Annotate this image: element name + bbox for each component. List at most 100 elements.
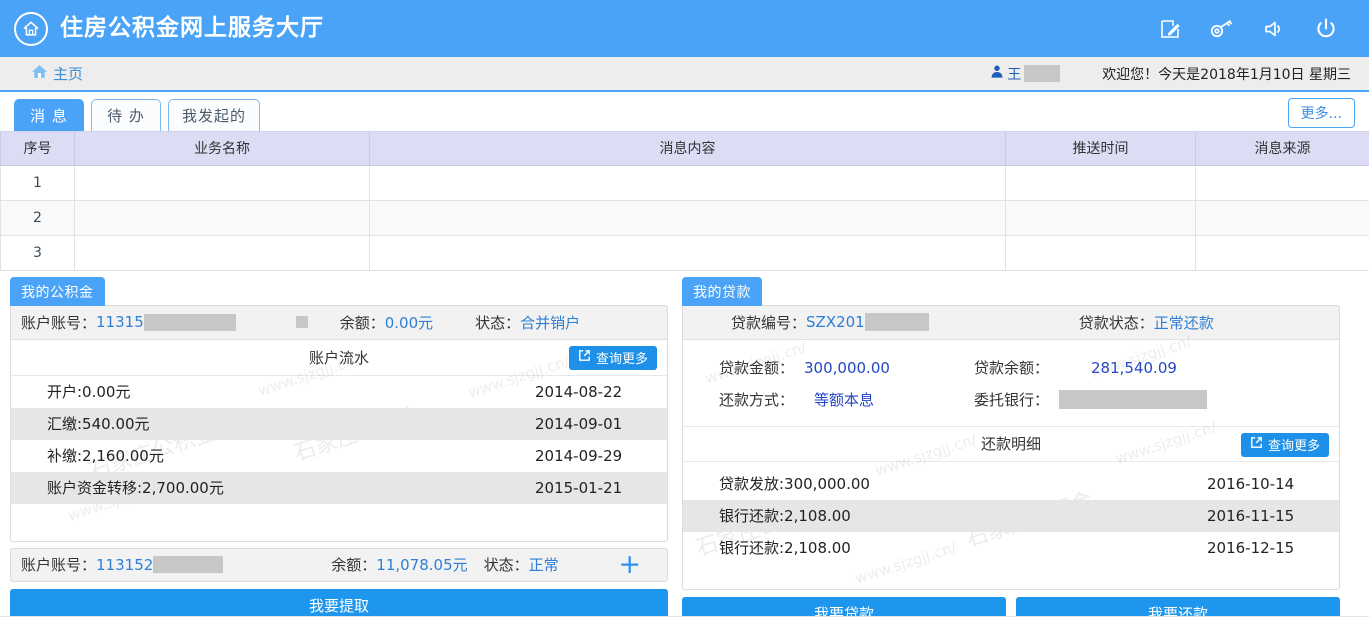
loan-detail-row: 还款方式： 等额本息 委托银行： [683, 384, 1339, 416]
loan-query-more-button[interactable]: 查询更多 [1241, 433, 1329, 457]
loan-amount: 贷款金额： 300,000.00 [719, 357, 974, 378]
account-number-label: 账户账号： [21, 312, 96, 333]
breadcrumb-bar: 主页 王 欢迎您！今天是2018年1月10日 星期三 [0, 57, 1369, 92]
list-item[interactable]: 补缴:2,160.00元 2014-09-29 [11, 440, 667, 472]
repay-date: 2016-12-15 [1207, 539, 1317, 557]
fund-panel: www.sjzgjj.cn/ www.sjzgjj.cn/ 石家庄公积金 石家庄… [10, 305, 668, 542]
loan-number-redacted [865, 313, 929, 331]
user-chip[interactable]: 王 [990, 64, 1060, 84]
tab-messages-label: 消 息 [30, 105, 68, 126]
tab-messages[interactable]: 消 息 [14, 99, 84, 131]
table-row[interactable]: 1 [1, 165, 1369, 200]
account2-number-label: 账户账号： [21, 554, 96, 575]
loan-panel-tab[interactable]: 我的贷款 [682, 277, 762, 306]
account-extra-redacted [296, 316, 308, 328]
fund-panel-column: 我的公积金 www.sjzgjj.cn/ www.sjzgjj.cn/ 石家庄公… [10, 277, 668, 631]
power-icon[interactable] [1313, 16, 1339, 42]
entrusted-bank-label: 委托银行： [974, 389, 1049, 410]
flow-date: 2014-08-22 [535, 383, 645, 401]
repayment-detail-header: 还款明细 查询更多 [683, 426, 1339, 462]
account-flow-title: 账户流水 [309, 347, 369, 368]
flow-desc: 汇缴:540.00元 [47, 413, 535, 434]
more-button-label: 更多... [1301, 103, 1342, 123]
loan-number-label: 贷款编号： [731, 312, 806, 333]
account-number-redacted [144, 314, 236, 331]
loan-query-more-label: 查询更多 [1268, 435, 1320, 454]
cell-message-content [370, 165, 1006, 200]
sound-icon[interactable] [1261, 16, 1287, 42]
loan-amount-value: 300,000.00 [804, 359, 890, 377]
cell-push-time [1006, 165, 1196, 200]
list-item[interactable]: 开户:0.00元 2014-08-22 [11, 376, 667, 408]
table-row[interactable]: 2 [1, 200, 1369, 235]
repay-desc: 银行还款:2,108.00 [719, 537, 1207, 558]
loan-details: 贷款金额： 300,000.00 贷款余额： 281,540.09 还款方式： … [683, 340, 1339, 426]
fund-account-header: 账户账号： 11315 余额： 0.00元 状态： 合并销户 [11, 306, 667, 340]
repayment-method-value: 等额本息 [814, 389, 874, 410]
user-area: 王 欢迎您！今天是2018年1月10日 星期三 [990, 64, 1355, 84]
account-flow-list: 开户:0.00元 2014-08-22 汇缴:540.00元 2014-09-0… [11, 376, 667, 508]
flow-date: 2015-01-21 [535, 479, 645, 497]
cell-business-name [75, 235, 370, 270]
list-item[interactable]: 汇缴:540.00元 2014-09-01 [11, 408, 667, 440]
repay-desc: 银行还款:2,108.00 [719, 505, 1207, 526]
loan-balance-value: 281,540.09 [1091, 359, 1177, 377]
more-button[interactable]: 更多... [1288, 98, 1355, 128]
withdraw-button-label: 我要提取 [309, 595, 369, 616]
user-name: 王 [1007, 64, 1021, 84]
flow-desc: 开户:0.00元 [47, 381, 535, 402]
edit-note-icon[interactable] [1157, 16, 1183, 42]
entrusted-bank-redacted [1059, 390, 1207, 409]
tab-todo[interactable]: 待 办 [91, 99, 161, 131]
fund-query-more-label: 查询更多 [596, 348, 648, 367]
cell-message-source [1196, 165, 1369, 200]
account2-number-value: 113152 [96, 556, 153, 574]
fund-account-secondary[interactable]: 账户账号： 113152 余额： 11,078.05元 状态： 正常 + [10, 548, 668, 582]
list-item[interactable]: 银行还款:2,108.00 2016-11-15 [683, 500, 1339, 532]
account2-number-redacted [153, 556, 223, 573]
loan-balance: 贷款余额： 281,540.09 [974, 357, 1177, 378]
list-item[interactable]: 银行还款:2,108.00 2016-12-15 [683, 532, 1339, 564]
account2-status-value: 正常 [529, 554, 559, 575]
header-icon-group [1157, 16, 1351, 42]
loan-panel: www.sjzgjj.cn/ www.sjzgjj.cn/ www.sjzgjj… [682, 305, 1340, 590]
entrusted-bank: 委托银行： [974, 389, 1207, 410]
fund-panel-tab[interactable]: 我的公积金 [10, 277, 105, 306]
house-in-circle-icon [14, 12, 48, 46]
cell-message-content [370, 200, 1006, 235]
table-row[interactable]: 3 [1, 235, 1369, 270]
loan-balance-label: 贷款余额： [974, 357, 1049, 378]
account2-balance-label: 余额： [331, 554, 376, 575]
tab-todo-label: 待 办 [107, 105, 145, 126]
account2-balance-value: 11,078.05元 [376, 554, 467, 575]
status-value: 合并销户 [520, 312, 580, 333]
footer-text [683, 616, 687, 623]
column-header-message-content: 消息内容 [370, 132, 1006, 165]
table-header-row: 序号 业务名称 消息内容 推送时间 消息来源 [1, 132, 1369, 165]
account-number-value: 11315 [96, 313, 144, 331]
column-header-index: 序号 [1, 132, 75, 165]
message-tabs: 消 息 待 办 我发起的 更多... [0, 92, 1369, 132]
fund-panel-tab-label: 我的公积金 [21, 285, 94, 301]
balance-label: 余额： [340, 312, 385, 333]
key-icon[interactable] [1209, 16, 1235, 42]
home-icon [30, 62, 49, 85]
home-label: 主页 [53, 63, 83, 84]
tab-initiated-by-me[interactable]: 我发起的 [168, 99, 260, 131]
list-item[interactable]: 账户资金转移:2,700.00元 2015-01-21 [11, 472, 667, 504]
home-link[interactable]: 主页 [30, 62, 83, 85]
loan-amount-label: 贷款金额： [719, 357, 794, 378]
list-item[interactable]: 贷款发放:300,000.00 2016-10-14 [683, 468, 1339, 500]
dashboard-panels: 我的公积金 www.sjzgjj.cn/ www.sjzgjj.cn/ 石家庄公… [0, 271, 1369, 631]
repayment-method-label: 还款方式： [719, 389, 794, 410]
cell-business-name [75, 200, 370, 235]
user-icon [990, 64, 1004, 83]
cell-index: 3 [1, 235, 75, 270]
repay-date: 2016-11-15 [1207, 507, 1317, 525]
plus-icon[interactable]: + [618, 551, 657, 578]
app-header: 住房公积金网上服务大厅 [0, 0, 1369, 57]
balance-value: 0.00元 [385, 312, 433, 333]
external-link-icon [578, 349, 591, 366]
fund-query-more-button[interactable]: 查询更多 [569, 346, 657, 370]
welcome-text: 欢迎您！今天是2018年1月10日 星期三 [1102, 64, 1351, 84]
